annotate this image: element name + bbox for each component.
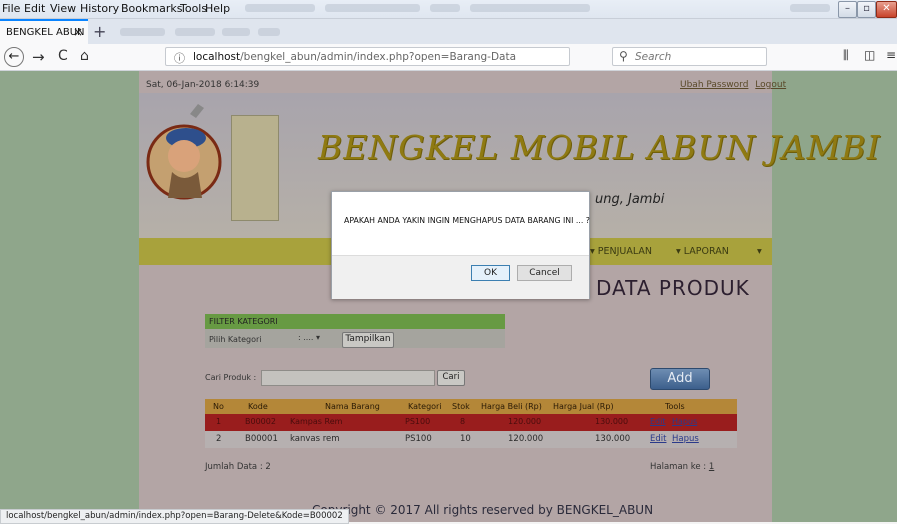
vertical-brand-box [231, 115, 279, 221]
mechanic-mascot-logo [146, 104, 222, 200]
cell-harga-jual: 130.000 [595, 417, 629, 426]
menu-view[interactable]: View [50, 2, 76, 15]
col-harga-jual: Harga Jual (Rp) [553, 402, 614, 411]
reload-icon[interactable]: C [58, 48, 68, 64]
confirm-dialog: APAKAH ANDA YAKIN INGIN MENGHAPUS DATA B… [331, 191, 590, 299]
jumlah-data: Jumlah Data : 2 [205, 462, 271, 472]
col-kategori: Kategori [408, 402, 442, 411]
navigation-toolbar: ← → C ⌂ ⓘ localhost/bengkel_abun/admin/i… [0, 44, 897, 71]
cell-stok: 8 [460, 417, 466, 426]
home-icon[interactable]: ⌂ [80, 48, 89, 64]
site-footer: Copyright © 2017 All rights reserved by … [312, 503, 654, 517]
tab-bar: BENGKEL ABUN × + [0, 19, 897, 44]
site-brand-title: BENGKEL MOBIL ABUN JAMBI [318, 128, 881, 167]
menu-edit[interactable]: Edit [24, 2, 45, 15]
forward-icon[interactable]: → [32, 48, 45, 66]
cell-kategori: PS100 [405, 417, 431, 426]
menu-bookmarks[interactable]: Bookmarks [121, 2, 182, 15]
cell-harga-beli: 120.000 [508, 417, 542, 426]
search-input[interactable]: ⚲ Search [612, 47, 767, 66]
filter-title: FILTER KATEGORI [209, 317, 278, 326]
dialog-message: APAKAH ANDA YAKIN INGIN MENGHAPUS DATA B… [344, 216, 590, 225]
url-text: localhost/bengkel_abun/admin/index.php?o… [193, 51, 517, 63]
cari-produk-label: Cari Produk : [205, 373, 257, 382]
menu-history[interactable]: History [80, 2, 119, 15]
close-icon: ✕ [882, 3, 891, 14]
minimize-icon: – [845, 3, 850, 14]
arrow-left-icon: ← [8, 49, 20, 64]
nav-penjualan[interactable]: ▾ PENJUALAN [590, 246, 652, 257]
hamburger-menu-icon[interactable]: ≡ [886, 48, 896, 62]
pagination: Halaman ke : 1 [650, 462, 715, 472]
window-close-button[interactable]: ✕ [876, 1, 897, 18]
col-nama: Nama Barang [325, 402, 380, 411]
menu-tools[interactable]: Tools [180, 2, 207, 15]
minimize-button[interactable]: – [838, 1, 857, 18]
hapus-link[interactable]: Hapus [672, 417, 697, 426]
address-bar[interactable]: ⓘ localhost/bengkel_abun/admin/index.php… [165, 47, 664, 66]
cari-button[interactable]: Cari [437, 370, 465, 386]
back-button[interactable]: ← [4, 47, 24, 67]
hapus-link[interactable]: Hapus [672, 434, 699, 444]
cell-stok: 10 [460, 434, 471, 444]
col-kode: Kode [248, 402, 268, 411]
search-placeholder: Search [635, 51, 672, 63]
page-link[interactable]: 1 [709, 462, 714, 472]
account-links: Ubah Password Logout [676, 80, 786, 90]
chevron-down-icon: ▾ [315, 333, 320, 342]
blurred-tab [175, 28, 215, 36]
col-tools: Tools [665, 402, 685, 411]
blurred-window-title [430, 4, 460, 12]
filter-label: Pilih Kategori [209, 335, 262, 344]
logout-link[interactable]: Logout [755, 80, 786, 90]
cell-harga-beli: 120.000 [508, 434, 544, 444]
menu-file[interactable]: File [2, 2, 20, 15]
cell-kategori: PS100 [405, 434, 432, 444]
library-icon[interactable]: ⫼ [843, 48, 849, 63]
tampilkan-button[interactable]: Tampilkan [342, 332, 394, 348]
dialog-button-area: OK Cancel [332, 255, 589, 299]
site-tagline: ung, Jambi [595, 192, 665, 207]
edit-link[interactable]: Edit [650, 417, 666, 426]
sidebar-icon[interactable]: ◫ [864, 48, 875, 62]
blurred-tab [258, 28, 280, 36]
table-header [205, 399, 737, 414]
col-harga-beli: Harga Beli (Rp) [481, 402, 542, 411]
ubah-password-link[interactable]: Ubah Password [680, 80, 748, 90]
menu-bar: File Edit View History Bookmarks Tools H… [0, 0, 897, 19]
ok-button[interactable]: OK [471, 265, 510, 281]
tab-close-icon[interactable]: × [73, 25, 83, 39]
blurred-window-title [245, 4, 315, 12]
maximize-button[interactable]: ▫ [857, 1, 876, 18]
info-icon[interactable]: ⓘ [174, 50, 185, 66]
edit-link[interactable]: Edit [650, 434, 666, 444]
cell-no: 2 [216, 434, 222, 444]
blurred-tab [222, 28, 250, 36]
new-tab-icon[interactable]: + [93, 22, 106, 41]
cell-kode: B00002 [245, 417, 276, 426]
blurred-window-title [790, 4, 830, 12]
cell-no: 1 [216, 417, 222, 426]
page-title: DATA PRODUK [596, 276, 750, 300]
current-datetime: Sat, 06-Jan-2018 6:14:39 [146, 80, 260, 90]
blurred-window-title [470, 4, 590, 12]
kategori-select[interactable]: : .... ▾ [298, 333, 320, 342]
cell-nama: Kampas Rem [290, 417, 343, 426]
col-no: No [213, 402, 224, 411]
add-product-button[interactable]: Add [650, 368, 710, 390]
cancel-button[interactable]: Cancel [517, 265, 572, 281]
menu-help[interactable]: Help [205, 2, 230, 15]
tab-bengkel-abun[interactable]: BENGKEL ABUN × [0, 19, 88, 44]
cell-nama: kanvas rem [290, 434, 340, 444]
blurred-window-title [325, 4, 420, 12]
maximize-icon: ▫ [863, 3, 870, 14]
cari-produk-input[interactable] [261, 370, 435, 386]
cell-kode: B00001 [245, 434, 278, 444]
nav-dropdown-arrow-icon: ▾ [757, 246, 762, 257]
blurred-tab [120, 28, 165, 36]
nav-laporan[interactable]: ▾ LAPORAN [676, 246, 729, 257]
cell-harga-jual: 130.000 [595, 434, 631, 444]
search-icon: ⚲ [619, 49, 628, 63]
col-stok: Stok [452, 402, 470, 411]
